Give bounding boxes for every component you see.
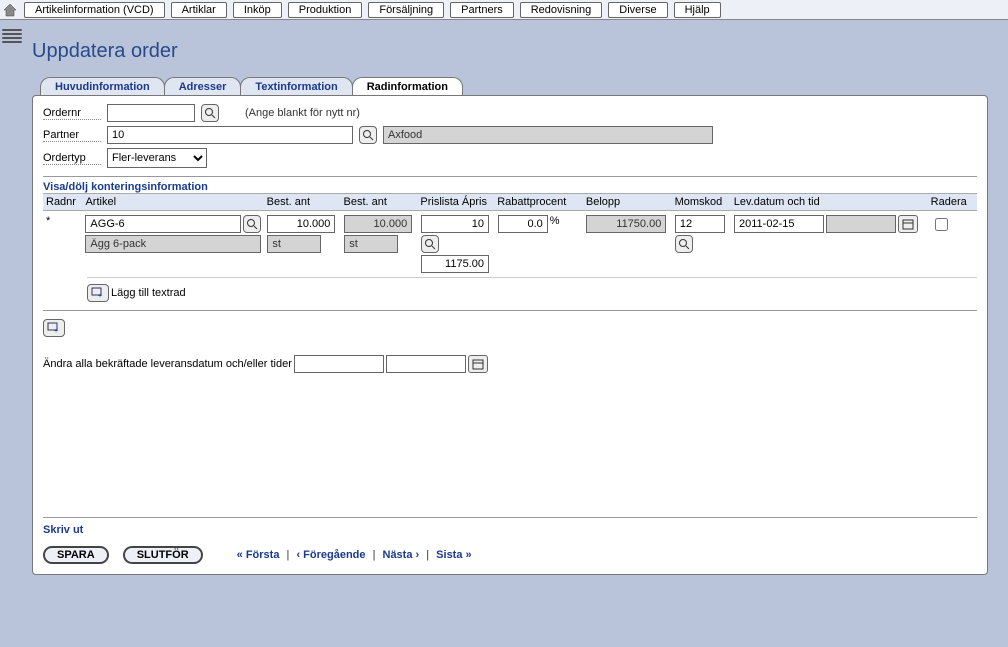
add-line-icon[interactable]: + bbox=[43, 319, 65, 337]
tab-huvudinformation[interactable]: Huvudinformation bbox=[40, 77, 165, 95]
col-belopp: Belopp bbox=[583, 196, 672, 208]
tab-textinformation[interactable]: Textinformation bbox=[240, 77, 352, 95]
ordernr-row: Ordernr (Ange blankt för nytt nr) bbox=[43, 104, 977, 122]
ordernr-label: Ordernr bbox=[43, 107, 101, 120]
menu-hjalp[interactable]: Hjälp bbox=[674, 2, 721, 18]
sidebar-handle-icon[interactable] bbox=[2, 22, 22, 50]
artikel-lookup-icon[interactable] bbox=[243, 215, 261, 233]
bulk-date-input[interactable] bbox=[294, 355, 384, 373]
partner-label: Partner bbox=[43, 129, 101, 142]
tabs: Huvudinformation Adresser Textinformatio… bbox=[40, 77, 988, 95]
artikel-name-display bbox=[85, 235, 261, 253]
tab-adresser[interactable]: Adresser bbox=[164, 77, 242, 95]
belopp-display bbox=[586, 215, 666, 233]
pager: « Första | ‹ Föregående | Nästa › | Sist… bbox=[237, 549, 472, 561]
add-textrow-icon[interactable]: + bbox=[87, 284, 109, 302]
rabatt-unit: % bbox=[550, 215, 560, 227]
print-link[interactable]: Skriv ut bbox=[43, 524, 83, 536]
artikel-code-input[interactable] bbox=[85, 215, 241, 233]
pager-first[interactable]: « Första bbox=[237, 549, 280, 561]
bulk-time-input[interactable] bbox=[386, 355, 466, 373]
topbar: Artikelinformation (VCD) Artiklar Inköp … bbox=[0, 0, 1008, 20]
menubar: Artikelinformation (VCD) Artiklar Inköp … bbox=[24, 2, 1008, 18]
col-best1: Best. ant bbox=[264, 196, 341, 208]
best1-input[interactable] bbox=[267, 215, 335, 233]
ordertyp-label: Ordertyp bbox=[43, 152, 101, 165]
col-best2: Best. ant bbox=[341, 196, 418, 208]
tab-panel: Ordernr (Ange blankt för nytt nr) Partne… bbox=[32, 95, 988, 575]
svg-text:+: + bbox=[54, 328, 58, 334]
levdatum-input[interactable] bbox=[734, 215, 824, 233]
ordernr-hint: (Ange blankt för nytt nr) bbox=[245, 107, 360, 119]
home-icon[interactable] bbox=[2, 2, 18, 18]
apris-top-input[interactable] bbox=[421, 215, 489, 233]
menu-redovisning[interactable]: Redovisning bbox=[520, 2, 603, 18]
ordernr-input[interactable] bbox=[107, 104, 195, 122]
app-root: Artikelinformation (VCD) Artiklar Inköp … bbox=[0, 0, 1008, 647]
partner-lookup-icon[interactable] bbox=[359, 126, 377, 144]
col-levdatum: Lev.datum och tid bbox=[731, 196, 928, 208]
pager-next[interactable]: Nästa › bbox=[383, 549, 420, 561]
bulk-change-label: Ändra alla bekräftade leveransdatum och/… bbox=[43, 358, 292, 370]
kontering-toggle[interactable]: Visa/dölj konteringsinformation bbox=[43, 176, 977, 193]
apris-lookup-icon[interactable] bbox=[421, 235, 439, 253]
menu-partners[interactable]: Partners bbox=[450, 2, 514, 18]
add-textrow-label: Lägg till textrad bbox=[111, 287, 186, 299]
col-radera: Radera bbox=[928, 196, 977, 208]
save-button[interactable]: SPARA bbox=[43, 546, 109, 564]
partner-name-display bbox=[383, 126, 713, 144]
levtid-display bbox=[826, 215, 896, 233]
partner-input[interactable] bbox=[107, 126, 353, 144]
col-artikel: Artikel bbox=[82, 196, 263, 208]
apris-bottom-input[interactable] bbox=[421, 255, 489, 273]
partner-row: Partner bbox=[43, 126, 977, 144]
menu-artiklar[interactable]: Artiklar bbox=[171, 2, 227, 18]
ordertyp-select[interactable]: Fler-leverans bbox=[107, 148, 207, 168]
content: Uppdatera order Huvudinformation Adresse… bbox=[0, 20, 1008, 583]
rabatt-input[interactable] bbox=[498, 215, 548, 233]
finish-button[interactable]: SLUTFÖR bbox=[123, 546, 203, 564]
grid-header: Radnr Artikel Best. ant Best. ant Prisli… bbox=[43, 193, 977, 211]
col-apris: Prislista Ápris bbox=[417, 196, 494, 208]
menu-produktion[interactable]: Produktion bbox=[288, 2, 363, 18]
best2-unit-display bbox=[344, 235, 398, 253]
radera-checkbox[interactable] bbox=[935, 218, 948, 231]
pager-prev[interactable]: ‹ Föregående bbox=[296, 549, 365, 561]
radnr-cell: * bbox=[43, 215, 82, 273]
momskod-lookup-icon[interactable] bbox=[675, 235, 693, 253]
ordertyp-row: Ordertyp Fler-leverans bbox=[43, 148, 977, 168]
col-momskod: Momskod bbox=[672, 196, 731, 208]
menu-inkop[interactable]: Inköp bbox=[233, 2, 282, 18]
momskod-input[interactable] bbox=[675, 215, 725, 233]
menu-forsaljning[interactable]: Försäljning bbox=[368, 2, 444, 18]
pager-last[interactable]: Sista » bbox=[436, 549, 471, 561]
svg-text:+: + bbox=[98, 293, 102, 299]
levdatum-calendar-icon[interactable] bbox=[898, 215, 918, 233]
best2-display bbox=[344, 215, 412, 233]
page-title: Uppdatera order bbox=[32, 40, 988, 63]
menu-diverse[interactable]: Diverse bbox=[608, 2, 667, 18]
grid-row: * bbox=[43, 211, 977, 277]
col-radnr: Radnr bbox=[43, 196, 82, 208]
menu-artikelinformation[interactable]: Artikelinformation (VCD) bbox=[24, 2, 165, 18]
ordernr-lookup-icon[interactable] bbox=[201, 104, 219, 122]
bulk-calendar-icon[interactable] bbox=[468, 355, 488, 373]
col-rabatt: Rabattprocent bbox=[494, 196, 583, 208]
tab-radinformation[interactable]: Radinformation bbox=[352, 77, 463, 95]
best1-unit-display bbox=[267, 235, 321, 253]
